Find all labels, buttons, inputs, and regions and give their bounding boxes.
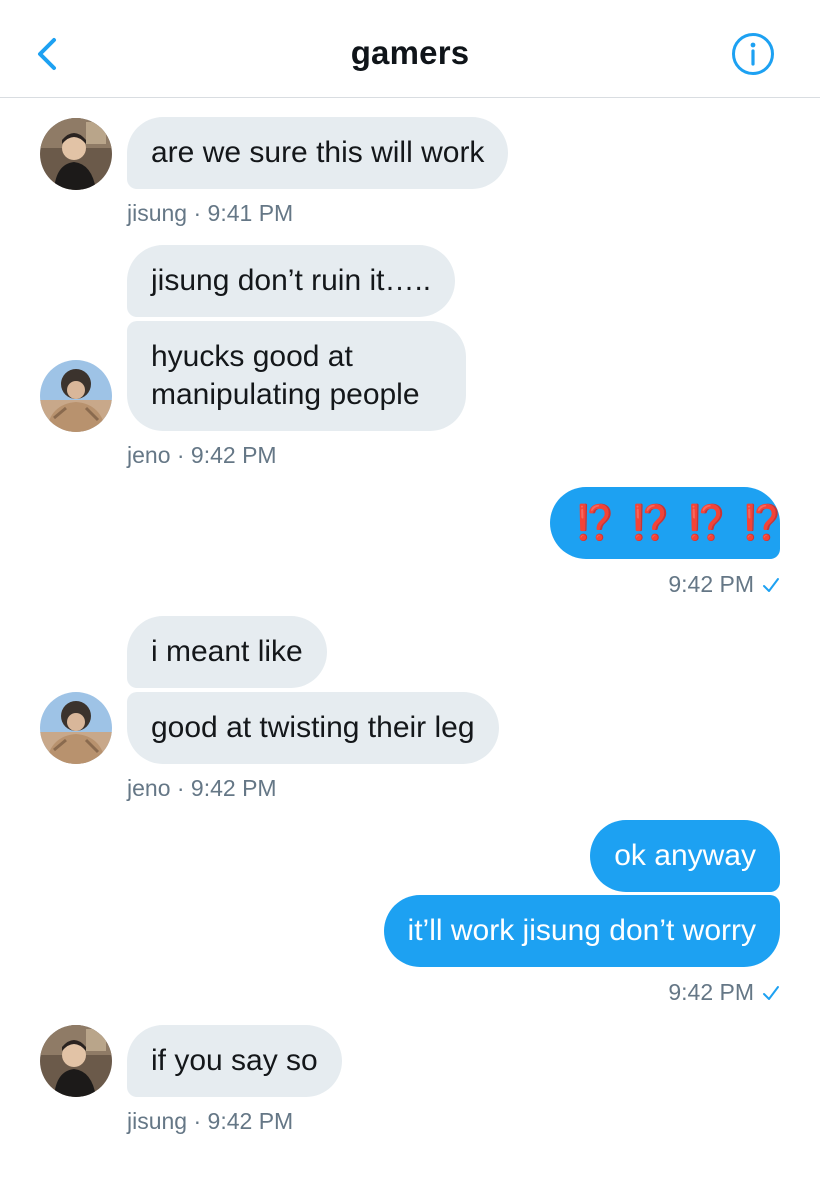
avatar-photo: [40, 360, 112, 432]
message-bubble[interactable]: it’ll work jisung don’t worry: [383, 895, 780, 967]
info-button[interactable]: [730, 31, 776, 77]
message-meta: jisung · 9:42 PM: [127, 1108, 294, 1134]
message-bubble[interactable]: ⁉️ ⁉️ ⁉️ ⁉️: [550, 487, 784, 559]
avatar-photo: [40, 692, 112, 764]
avatar-jeno[interactable]: [40, 692, 112, 764]
message-bubble[interactable]: good at twisting their leg: [127, 692, 499, 764]
message-bubble[interactable]: hyucks good at manipulating people: [127, 321, 466, 431]
message-meta: jisung · 9:41 PM: [127, 200, 294, 226]
conversation-header: gamers: [0, 0, 820, 98]
message-meta: 9:42 PM: [668, 571, 780, 598]
read-check-icon: [763, 578, 779, 592]
avatar-photo: [40, 1025, 112, 1097]
message-meta: 9:42 PM: [668, 979, 780, 1006]
message-bubble[interactable]: are we sure this will work: [127, 117, 509, 189]
message-bubble[interactable]: jisung don’t ruin it…..: [127, 245, 456, 317]
info-icon: [732, 33, 774, 75]
message-time: 9:42 PM: [668, 571, 754, 597]
message-bubble[interactable]: ok anyway: [590, 820, 780, 892]
conversation-title: gamers: [350, 34, 470, 71]
message-meta: jeno · 9:42 PM: [127, 442, 277, 468]
message-bubble[interactable]: if you say so: [127, 1025, 342, 1097]
avatar-photo: [40, 118, 112, 190]
message-time: 9:42 PM: [668, 979, 754, 1005]
message-meta: jeno · 9:42 PM: [127, 775, 277, 801]
avatar-jeno[interactable]: [40, 360, 112, 432]
message-bubble[interactable]: i meant like: [127, 616, 327, 688]
avatar-jisung[interactable]: [40, 1025, 112, 1097]
read-check-icon: [763, 986, 779, 1000]
avatar-jisung[interactable]: [40, 118, 112, 190]
